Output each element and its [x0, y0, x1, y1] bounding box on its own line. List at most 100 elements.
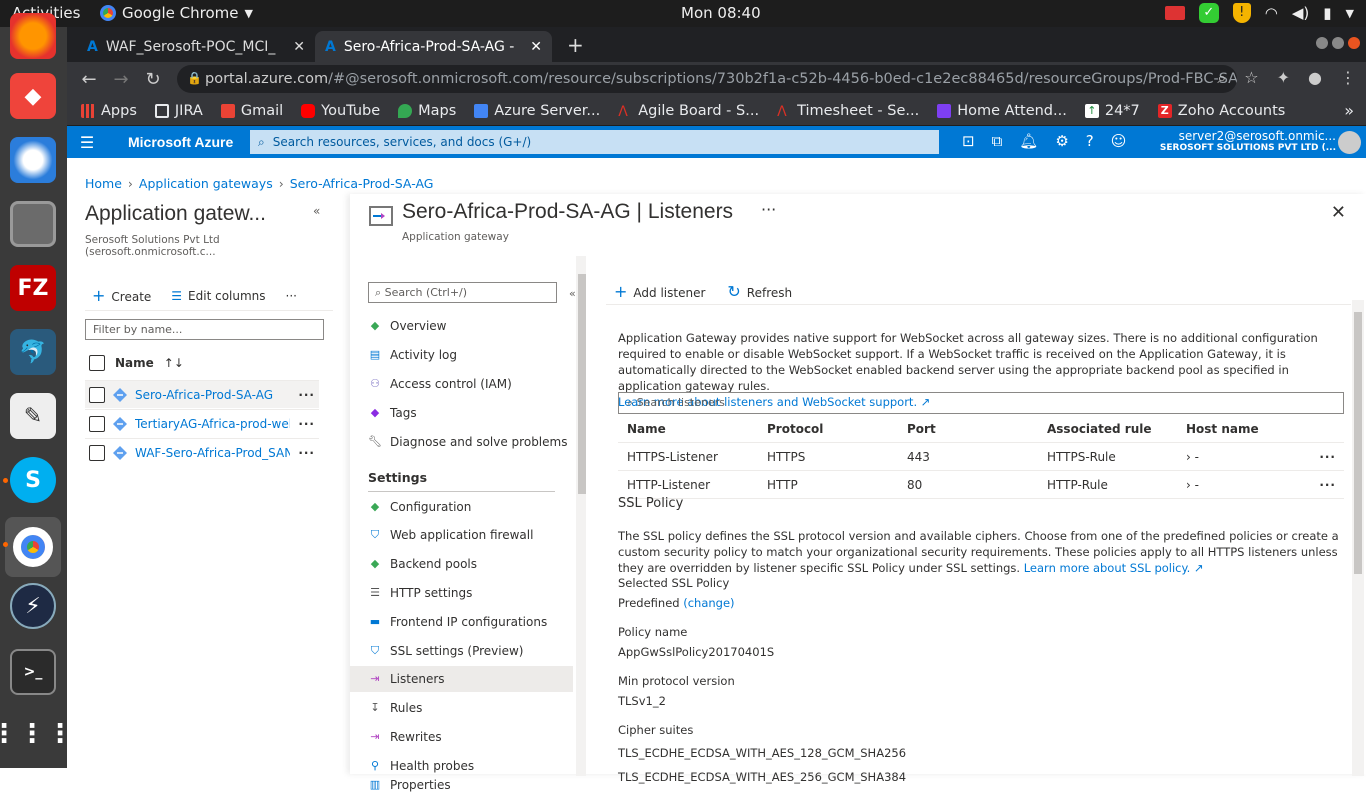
- address-bar[interactable]: 🔒 portal.azure.com/#@serosoft.onmicrosof…: [177, 65, 1237, 93]
- menu-scrollbar[interactable]: [576, 256, 586, 776]
- azure-brand[interactable]: Microsoft Azure: [128, 134, 233, 150]
- profile-icon[interactable]: ●: [1308, 68, 1322, 88]
- filezilla-icon[interactable]: FZ: [10, 265, 56, 311]
- tab-sero-africa[interactable]: A Sero-Africa-Prod-SA-AG - M ✕: [315, 31, 552, 62]
- minimize-button[interactable]: [1316, 37, 1328, 49]
- back-button[interactable]: ←: [73, 69, 105, 90]
- bookmark-zoho[interactable]: Z Zoho Accounts: [1157, 103, 1285, 119]
- bookmark-star-icon[interactable]: ☆: [1244, 68, 1258, 88]
- menu-item-ssl-settings[interactable]: ⛉ SSL settings (Preview): [350, 638, 573, 664]
- check-icon[interactable]: ✓: [1198, 3, 1219, 23]
- show-apps-icon[interactable]: ⋮⋮⋮: [0, 711, 73, 757]
- filter-by-name-input[interactable]: Filter by name...: [85, 319, 324, 340]
- row-checkbox[interactable]: [89, 415, 105, 432]
- settings-gear-icon[interactable]: ⚙: [1055, 132, 1068, 150]
- breadcrumb-home[interactable]: Home: [85, 176, 122, 191]
- extensions-icon[interactable]: ✦: [1277, 68, 1290, 88]
- table-row[interactable]: HTTPS-Listener HTTPS 443 HTTPS-Rule › - …: [618, 443, 1344, 471]
- menu-item-properties[interactable]: ▥ Properties: [350, 778, 573, 792]
- menu-item-listeners[interactable]: ⇥ Listeners: [350, 666, 573, 692]
- volume-icon[interactable]: ◀): [1292, 4, 1309, 22]
- more-bookmarks-button[interactable]: »: [1344, 101, 1354, 120]
- text-editor-icon[interactable]: ✎: [10, 393, 56, 439]
- menu-item-configuration[interactable]: ◆ Configuration: [350, 494, 573, 520]
- table-row[interactable]: HTTP-Listener HTTP 80 HTTP-Rule › - ···: [618, 471, 1344, 499]
- chevron-right-icon[interactable]: ›: [1186, 478, 1191, 492]
- edit-columns-button[interactable]: ☰ Edit columns: [171, 289, 265, 303]
- camera-icon[interactable]: [1164, 6, 1185, 20]
- add-listener-button[interactable]: + Add listener: [614, 282, 705, 301]
- bookmark-jira[interactable]: JIRA: [154, 103, 203, 119]
- reload-button[interactable]: ↻: [137, 69, 169, 90]
- refresh-button[interactable]: ↻ Refresh: [727, 282, 792, 301]
- bookmark-apps[interactable]: Apps: [81, 103, 137, 119]
- sort-icon[interactable]: ↑↓: [164, 356, 184, 370]
- menu-item-rewrites[interactable]: ⇥ Rewrites: [350, 724, 573, 750]
- bookmark-azure-server[interactable]: Azure Server...: [474, 103, 600, 119]
- close-tab-icon[interactable]: ✕: [530, 39, 542, 55]
- search-listeners-input[interactable]: ⌕ Search listeners: [618, 392, 1344, 414]
- row-more-icon[interactable]: ···: [1319, 450, 1336, 464]
- menu-item-frontend-ip[interactable]: ▬ Frontend IP configurations: [350, 609, 573, 635]
- system-tray[interactable]: ✓ ! ◠ ◀) ▮ ▼: [1164, 3, 1354, 23]
- menu-item-backend-pools[interactable]: ◆ Backend pools: [350, 551, 573, 577]
- resource-name-link[interactable]: TertiaryAG-Africa-prod-web...: [135, 417, 290, 431]
- close-tab-icon[interactable]: ✕: [293, 39, 305, 55]
- warning-shield-icon[interactable]: !: [1232, 3, 1251, 23]
- notifications-icon[interactable]: 🔔︎: [1019, 132, 1038, 150]
- row-more-icon[interactable]: ···: [1319, 478, 1336, 492]
- bookmark-timesheet[interactable]: Λ Timesheet - Se...: [777, 103, 919, 120]
- more-options-icon[interactable]: ···: [761, 200, 776, 219]
- menu-item-tags[interactable]: ◆ Tags: [350, 400, 573, 426]
- create-button[interactable]: + Create: [92, 286, 151, 305]
- bookmark-home-attend[interactable]: Home Attend...: [937, 103, 1067, 119]
- app-menu[interactable]: Google Chrome ▼: [100, 4, 253, 22]
- select-all-checkbox[interactable]: [89, 355, 105, 371]
- bookmark-247[interactable]: ↑ 24*7: [1084, 103, 1140, 119]
- listener-host[interactable]: › -: [1186, 478, 1199, 492]
- clock[interactable]: Mon 08:40: [681, 4, 761, 22]
- listener-name[interactable]: HTTP-Listener: [627, 478, 710, 492]
- menu-item-diagnose[interactable]: 🔧︎ Diagnose and solve problems: [350, 429, 573, 455]
- row-more-icon[interactable]: ···: [298, 417, 315, 431]
- row-more-icon[interactable]: ···: [298, 388, 315, 402]
- cloud-shell-icon[interactable]: ⊡: [962, 132, 975, 150]
- bookmark-maps[interactable]: Maps: [398, 103, 456, 119]
- listener-host[interactable]: › -: [1186, 450, 1199, 464]
- account-menu[interactable]: server2@serosoft.onmic... SEROSOFT SOLUT…: [1160, 130, 1336, 154]
- battery-icon[interactable]: ▮: [1323, 4, 1331, 22]
- global-search-input[interactable]: ⌕ Search resources, services, and docs (…: [250, 130, 939, 154]
- feedback-icon[interactable]: ☺: [1111, 132, 1127, 150]
- menu-icon[interactable]: ⋮: [1340, 68, 1356, 88]
- hamburger-menu-icon[interactable]: ☰: [67, 133, 107, 152]
- maximize-button[interactable]: [1332, 37, 1344, 49]
- close-window-button[interactable]: [1348, 37, 1360, 49]
- list-item[interactable]: WAF-Sero-Africa-Prod_SAN_... ···: [85, 438, 319, 466]
- directory-filter-icon[interactable]: ⧉: [992, 132, 1003, 150]
- thunderbird-icon[interactable]: [10, 137, 56, 183]
- help-icon[interactable]: ?: [1086, 132, 1094, 150]
- skype-icon[interactable]: S: [10, 457, 56, 503]
- mysql-workbench-icon[interactable]: 🐬: [10, 329, 56, 375]
- bookmark-youtube[interactable]: YouTube: [301, 103, 380, 119]
- collapse-blade-icon[interactable]: «: [313, 204, 320, 218]
- resource-name-link[interactable]: Sero-Africa-Prod-SA-AG: [135, 388, 290, 402]
- listener-name[interactable]: HTTPS-Listener: [627, 450, 718, 464]
- chevron-right-icon[interactable]: ›: [1186, 450, 1191, 464]
- menu-item-health-probes[interactable]: ⚲ Health probes: [350, 753, 573, 779]
- zoho-assist-icon[interactable]: ⚡: [10, 583, 56, 629]
- menu-item-overview[interactable]: ◆ Overview: [350, 313, 573, 339]
- firefox-icon[interactable]: [10, 13, 56, 59]
- collapse-menu-icon[interactable]: «: [569, 287, 576, 300]
- breadcrumb-app-gateways[interactable]: Application gateways: [139, 176, 273, 191]
- list-item[interactable]: Sero-Africa-Prod-SA-AG ···: [85, 380, 319, 408]
- column-header-protocol[interactable]: Protocol: [767, 422, 823, 436]
- row-more-icon[interactable]: ···: [298, 446, 315, 460]
- zoom-icon[interactable]: ⌕: [1217, 68, 1226, 88]
- files-icon[interactable]: [10, 201, 56, 247]
- bookmark-gmail[interactable]: Gmail: [220, 103, 283, 119]
- row-checkbox[interactable]: [89, 444, 105, 461]
- menu-item-iam[interactable]: ⚇ Access control (IAM): [350, 371, 573, 397]
- power-chevron-icon[interactable]: ▼: [1346, 7, 1354, 20]
- column-name-header[interactable]: Name: [115, 356, 154, 370]
